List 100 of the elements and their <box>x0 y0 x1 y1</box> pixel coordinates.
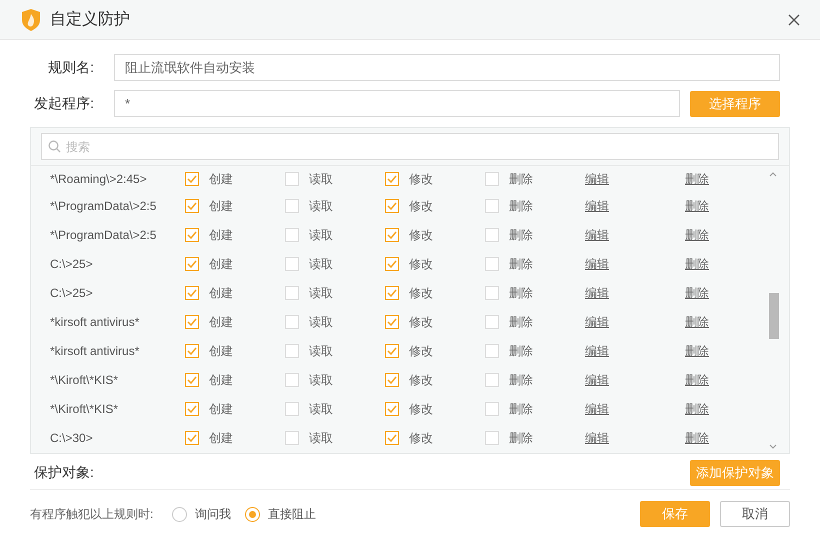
delete-link[interactable]: 删除 <box>685 342 785 360</box>
permission-label: 修改 <box>409 372 433 388</box>
checkbox[interactable] <box>385 430 399 444</box>
rule-trigger-label: 有程序触犯以上规则时: <box>30 506 154 523</box>
checkbox[interactable] <box>285 372 299 386</box>
checkbox[interactable] <box>385 256 399 270</box>
checkbox[interactable] <box>185 430 199 444</box>
permission-label: 读取 <box>309 314 333 330</box>
checkbox[interactable] <box>385 228 399 242</box>
shield-flame-icon <box>22 8 40 30</box>
path-text: *\ProgramData\>2:5 <box>49 198 158 214</box>
delete-link[interactable]: 删除 <box>685 428 785 446</box>
checkbox[interactable] <box>285 286 299 300</box>
checkbox[interactable] <box>285 314 299 328</box>
checkbox[interactable] <box>485 372 499 386</box>
checkbox[interactable] <box>185 228 199 242</box>
cancel-button[interactable]: 取消 <box>720 501 790 527</box>
delete-link[interactable]: 删除 <box>685 170 785 188</box>
checkbox[interactable] <box>285 256 299 270</box>
checkbox[interactable] <box>485 172 499 186</box>
checkbox[interactable] <box>485 256 499 270</box>
radio-button[interactable] <box>245 506 260 522</box>
edit-link[interactable]: 编辑 <box>585 170 685 188</box>
edit-link[interactable]: 编辑 <box>585 342 685 360</box>
checkbox[interactable] <box>285 402 299 416</box>
scrollbar-thumb[interactable] <box>769 293 779 339</box>
permission-label: 删除 <box>509 372 533 388</box>
scroll-up-icon[interactable] <box>769 172 777 177</box>
checkbox[interactable] <box>285 430 299 444</box>
permission-label: 删除 <box>509 198 533 214</box>
checkbox[interactable] <box>385 372 399 386</box>
checkbox[interactable] <box>385 314 399 328</box>
permission-label: 修改 <box>409 400 433 418</box>
edit-link[interactable]: 编辑 <box>585 196 685 214</box>
radio-label: 询问我 <box>195 506 231 523</box>
delete-link[interactable]: 删除 <box>685 400 785 418</box>
checkbox[interactable] <box>185 372 199 386</box>
permission-label: 创建 <box>209 314 233 330</box>
permission-label: 读取 <box>309 198 333 214</box>
permission-label: 创建 <box>209 170 233 188</box>
scroll-down-icon[interactable] <box>769 444 777 449</box>
checkbox[interactable] <box>485 430 499 444</box>
checkbox[interactable] <box>285 198 299 212</box>
checkbox[interactable] <box>385 344 399 358</box>
edit-link[interactable]: 编辑 <box>585 370 685 388</box>
checkbox[interactable] <box>385 172 399 186</box>
permission-label: 修改 <box>409 314 433 330</box>
delete-link[interactable]: 删除 <box>685 196 785 214</box>
checkbox[interactable] <box>385 286 399 300</box>
checkbox[interactable] <box>485 402 499 416</box>
checkbox[interactable] <box>185 286 199 300</box>
checkbox[interactable] <box>485 286 499 300</box>
checkbox[interactable] <box>185 402 199 416</box>
checkbox[interactable] <box>285 228 299 242</box>
delete-link[interactable]: 删除 <box>685 226 785 244</box>
rule-name-field[interactable]: 阻止流氓软件自动安装 <box>114 54 780 81</box>
path-text: C:\>25> <box>49 284 94 302</box>
edit-link[interactable]: 编辑 <box>585 226 685 244</box>
checkbox[interactable] <box>485 198 499 212</box>
permission-label: 删除 <box>509 226 533 244</box>
permission-label: 删除 <box>509 170 533 188</box>
delete-link[interactable]: 删除 <box>685 284 785 302</box>
program-field[interactable]: * <box>114 90 680 117</box>
edit-link[interactable]: 编辑 <box>585 284 685 302</box>
permission-label: 删除 <box>509 430 533 446</box>
checkbox[interactable] <box>185 198 199 212</box>
radio-button[interactable] <box>172 506 187 522</box>
permission-label: 读取 <box>309 372 333 388</box>
checkbox[interactable] <box>485 344 499 358</box>
permission-label: 删除 <box>509 342 533 360</box>
checkbox[interactable] <box>285 344 299 358</box>
checkbox[interactable] <box>185 172 199 186</box>
permission-label: 修改 <box>409 256 433 272</box>
checkbox[interactable] <box>185 314 199 328</box>
close-icon[interactable] <box>788 14 800 26</box>
permission-label: 读取 <box>309 284 333 302</box>
field-label: 规则名: <box>47 58 95 77</box>
path-text: *\Roaming\>2:45> <box>49 170 148 188</box>
permission-label: 创建 <box>209 400 233 418</box>
checkbox[interactable] <box>485 228 499 242</box>
search-icon <box>48 140 61 153</box>
path-text: *kirsoft antivirus* <box>49 342 140 360</box>
checkbox[interactable] <box>385 198 399 212</box>
checkbox[interactable] <box>385 402 399 416</box>
permission-label: 修改 <box>409 198 433 214</box>
checkbox[interactable] <box>485 314 499 328</box>
permission-label: 创建 <box>209 372 233 388</box>
edit-link[interactable]: 编辑 <box>585 312 685 330</box>
checkbox[interactable] <box>185 344 199 358</box>
edit-link[interactable]: 编辑 <box>585 400 685 418</box>
edit-link[interactable]: 编辑 <box>585 428 685 446</box>
checkbox[interactable] <box>185 256 199 270</box>
edit-link[interactable]: 编辑 <box>585 254 685 272</box>
permission-label: 读取 <box>309 170 333 188</box>
permission-label: 读取 <box>309 256 333 272</box>
permission-label: 修改 <box>409 284 433 302</box>
delete-link[interactable]: 删除 <box>685 312 785 330</box>
delete-link[interactable]: 删除 <box>685 370 785 388</box>
delete-link[interactable]: 删除 <box>685 254 785 272</box>
checkbox[interactable] <box>285 172 299 186</box>
